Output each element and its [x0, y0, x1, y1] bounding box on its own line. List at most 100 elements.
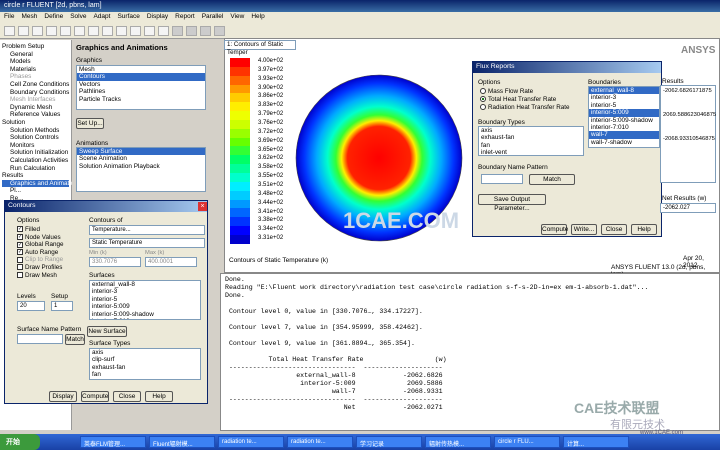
- toolbar-button-icon[interactable]: [130, 26, 141, 36]
- flux-match-button[interactable]: Match: [529, 174, 575, 185]
- tree-item[interactable]: Pl...: [2, 187, 69, 195]
- graphics-list-item[interactable]: Contours: [77, 73, 205, 81]
- graphics-list-item[interactable]: Vectors: [77, 81, 205, 88]
- flux-close-button[interactable]: Close: [601, 224, 627, 235]
- taskbar-task[interactable]: 辐射传热模...: [425, 436, 491, 448]
- menu-item-adapt[interactable]: Adapt: [93, 13, 110, 20]
- surface-item[interactable]: interior-5:009: [90, 303, 200, 310]
- tree-item[interactable]: Reference Values: [2, 111, 69, 119]
- toolbar-button-icon[interactable]: [88, 26, 99, 36]
- tree-item[interactable]: Solution: [2, 119, 69, 127]
- compute-button[interactable]: Compute: [81, 391, 109, 402]
- taskbar-task[interactable]: radiation te...: [287, 436, 353, 448]
- graphics-list[interactable]: Mesh Contours Vectors Pathlines Particle Tra…: [76, 65, 206, 110]
- help-button[interactable]: Help: [145, 391, 173, 402]
- save-output-parameter-button[interactable]: Save Output Parameter...: [478, 194, 546, 212]
- match-button[interactable]: Match: [65, 334, 85, 345]
- animations-list-item[interactable]: Solution Animation Playback: [77, 163, 205, 170]
- toolbar-button-icon[interactable]: [172, 26, 183, 36]
- checkbox-icon[interactable]: ✓: [17, 233, 23, 240]
- flux-compute-button[interactable]: Compute: [541, 224, 568, 235]
- surface-item[interactable]: interior-7:010: [90, 318, 200, 319]
- checkbox-icon[interactable]: ✓: [17, 241, 23, 248]
- toolbar-button-icon[interactable]: [158, 26, 169, 36]
- menu-item-solve[interactable]: Solve: [70, 13, 86, 20]
- toolbar-button-icon[interactable]: [186, 26, 197, 36]
- animations-list-item[interactable]: Scene Animation: [77, 155, 205, 162]
- tree-item[interactable]: Dynamic Mesh: [2, 104, 69, 112]
- boundary-item[interactable]: external_wall-8: [589, 87, 659, 95]
- tree-item[interactable]: Calculation Activities: [2, 157, 69, 165]
- toolbar-button-icon[interactable]: [144, 26, 155, 36]
- taskbar-task[interactable]: 计算...: [563, 436, 629, 448]
- surface-item[interactable]: external_wall-8: [90, 281, 200, 288]
- option-checkbox[interactable]: Draw Mesh: [17, 272, 64, 280]
- boundary-item[interactable]: interior-3: [589, 94, 659, 101]
- option-checkbox[interactable]: ✓ Auto Range: [17, 249, 64, 257]
- menu-item-report[interactable]: Report: [175, 13, 195, 20]
- tree-item[interactable]: Phases: [2, 73, 69, 81]
- checkbox-icon[interactable]: ✓: [17, 226, 23, 233]
- taskbar-task[interactable]: 英泰FLM管理...: [80, 436, 146, 448]
- toolbar-button-icon[interactable]: [116, 26, 127, 36]
- tree-item[interactable]: General: [2, 51, 69, 59]
- checkbox-icon[interactable]: ✓: [17, 249, 23, 256]
- surface-type-item[interactable]: exhaust-fan: [90, 364, 200, 371]
- boundary-type-item[interactable]: exhaust-fan: [479, 134, 583, 141]
- tree-item[interactable]: Run Calculation: [2, 165, 69, 173]
- option-checkbox[interactable]: ✓ Filled: [17, 226, 64, 234]
- toolbar-button-icon[interactable]: [200, 26, 211, 36]
- contours-variable-select[interactable]: Static Temperature: [89, 238, 205, 248]
- menu-item-define[interactable]: Define: [44, 13, 63, 20]
- graphics-list-item[interactable]: Particle Tracks: [77, 96, 205, 103]
- surface-type-item[interactable]: fan: [90, 371, 200, 378]
- toolbar-button-icon[interactable]: [18, 26, 29, 36]
- boundary-item[interactable]: interior-5:009-shadow: [589, 117, 659, 124]
- option-checkbox[interactable]: ✓ Global Range: [17, 241, 64, 249]
- option-checkbox[interactable]: Clip to Range: [17, 256, 64, 264]
- surface-type-item[interactable]: axis: [90, 349, 200, 356]
- surface-item[interactable]: interior-5:009-shadow: [90, 311, 200, 318]
- tree-item[interactable]: Cell Zone Conditions: [2, 81, 69, 89]
- surface-type-item[interactable]: clip-surf: [90, 356, 200, 363]
- taskbar-task[interactable]: circle r FLU...: [494, 436, 560, 448]
- checkbox-icon[interactable]: [17, 271, 23, 278]
- levels-input[interactable]: 20: [17, 301, 45, 311]
- flux-option-radio[interactable]: Mass Flow Rate: [480, 88, 570, 96]
- menu-item-parallel[interactable]: Parallel: [202, 13, 224, 20]
- graphics-list-item[interactable]: Mesh: [77, 66, 205, 73]
- boundary-types-list[interactable]: axis exhaust-fan fan inlet-vent: [478, 126, 584, 156]
- flux-option-radio[interactable]: Radiation Heat Transfer Rate: [480, 104, 570, 112]
- tree-item[interactable]: Solution Initialization: [2, 149, 69, 157]
- taskbar-task[interactable]: radiation te...: [218, 436, 284, 448]
- boundary-type-item[interactable]: inlet-vent: [479, 149, 583, 155]
- close-button[interactable]: Close: [113, 391, 141, 402]
- tree-item[interactable]: Solution Methods: [2, 127, 69, 135]
- toolbar-button-icon[interactable]: [214, 26, 225, 36]
- radio-icon[interactable]: [480, 96, 486, 103]
- surface-pattern-input[interactable]: [17, 334, 63, 344]
- tree-item[interactable]: Results: [2, 172, 69, 180]
- toolbar-button-icon[interactable]: [74, 26, 85, 36]
- tree-item[interactable]: Solution Controls: [2, 134, 69, 142]
- radio-icon[interactable]: [480, 103, 486, 110]
- animations-list[interactable]: Sweep Surface Scene Animation Solution Ani…: [76, 147, 206, 192]
- boundary-type-item[interactable]: axis: [479, 127, 583, 134]
- flux-option-radio[interactable]: Total Heat Transfer Rate: [480, 96, 570, 104]
- boundary-item[interactable]: interior-5: [589, 102, 659, 109]
- menu-item-file[interactable]: File: [4, 13, 14, 20]
- start-button[interactable]: 开始: [0, 434, 40, 450]
- radio-icon[interactable]: [480, 88, 486, 95]
- option-checkbox[interactable]: Draw Profiles: [17, 264, 64, 272]
- toolbar-button-icon[interactable]: [60, 26, 71, 36]
- surface-item[interactable]: interior-3: [90, 288, 200, 295]
- max-field[interactable]: 400.0001: [145, 257, 197, 267]
- new-surface-button[interactable]: New Surface: [87, 326, 127, 337]
- contours-of-select[interactable]: Temperature...: [89, 225, 205, 235]
- tree-item[interactable]: Problem Setup: [2, 43, 69, 51]
- toolbar-button-icon[interactable]: [32, 26, 43, 36]
- flux-write-button[interactable]: Write...: [571, 224, 597, 235]
- graphics-list-item[interactable]: Pathlines: [77, 88, 205, 95]
- boundaries-list[interactable]: external_wall-8 interior-3 interior-5 inter…: [588, 86, 660, 148]
- checkbox-icon[interactable]: [17, 264, 23, 271]
